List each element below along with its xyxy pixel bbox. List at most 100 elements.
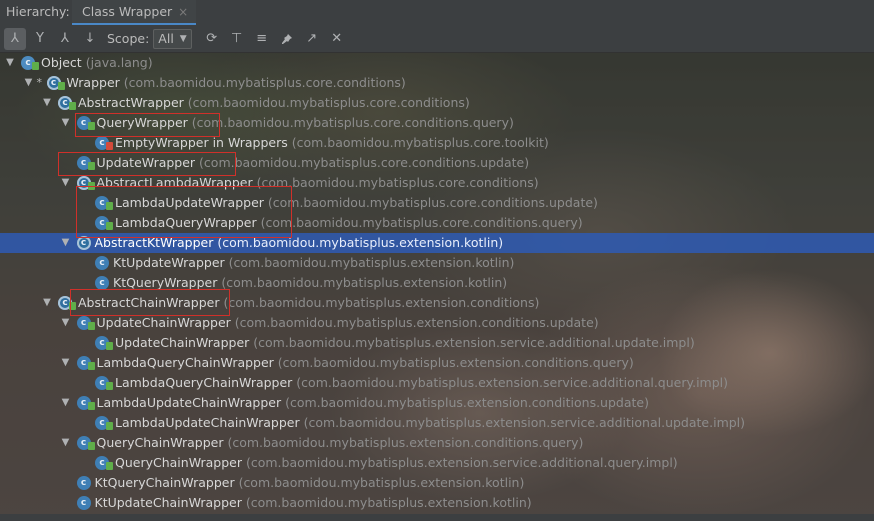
- tab-close-icon[interactable]: ×: [178, 5, 188, 19]
- class-title: AbstractWrapper: [78, 95, 188, 110]
- tree-row[interactable]: ▼ c UpdateChainWrapper (com.baomidou.mybat…: [0, 313, 874, 333]
- class-icon: c: [76, 476, 91, 490]
- chevron-down-icon: ▼: [179, 33, 187, 44]
- scope-value: All: [158, 31, 174, 46]
- package-name: (com.baomidou.mybatisplus.extension.cond…: [285, 395, 649, 410]
- tree-row[interactable]: ▼ c AbstractChainWrapper (com.baomidou.myb…: [0, 293, 874, 313]
- tree-row[interactable]: c KtUpdateWrapper (com.baomidou.mybatispl…: [0, 253, 874, 273]
- class-icon: c: [76, 496, 91, 510]
- tree-row[interactable]: c QueryChainWrapper (com.baomidou.mybatis…: [0, 453, 874, 473]
- class-name: KtUpdateChainWrapper (com.baomidou.mybat…: [95, 493, 532, 513]
- class-name: AbstractLambdaWrapper (com.baomidou.myba…: [97, 173, 539, 193]
- public-lock-icon: [106, 222, 113, 230]
- class-title: LambdaUpdateChainWrapper: [96, 395, 286, 410]
- expand-arrow-icon[interactable]: ▼: [60, 233, 72, 253]
- public-lock-icon: [87, 402, 95, 410]
- base-on-this-class-icon[interactable]: ⊤: [226, 28, 248, 50]
- public-lock-icon: [87, 442, 95, 450]
- hierarchy-toolbar: ⅄ Y ⅄ ↓ Scope: All ▼ ⟳ ⊤ ≡ ↗ ✕: [0, 25, 874, 53]
- horizontal-scrollbar[interactable]: [0, 514, 874, 521]
- tab-class-wrapper[interactable]: Class Wrapper ×: [72, 0, 197, 26]
- public-lock-icon: [87, 362, 95, 370]
- class-title: UpdateChainWrapper: [96, 315, 235, 330]
- tree-row[interactable]: ▼ c AbstractLambdaWrapper (com.baomidou.my…: [0, 173, 874, 193]
- close-icon[interactable]: ✕: [326, 28, 348, 50]
- class-name: UpdateWrapper (com.baomidou.mybatisplus.…: [97, 153, 530, 173]
- class-name: Object (java.lang): [41, 53, 153, 73]
- class-name: LambdaUpdateWrapper (com.baomidou.mybati…: [115, 193, 598, 213]
- class-name: KtQueryChainWrapper (com.baomidou.mybati…: [95, 473, 525, 493]
- class-name: UpdateChainWrapper (com.baomidou.mybatis…: [97, 313, 599, 333]
- tree-row[interactable]: c UpdateChainWrapper (com.baomidou.mybati…: [0, 333, 874, 353]
- tree-row[interactable]: c KtQueryWrapper (com.baomidou.mybatisplu…: [0, 273, 874, 293]
- class-name: Wrapper (com.baomidou.mybatisplus.core.c…: [67, 73, 406, 93]
- public-lock-icon: [106, 202, 113, 210]
- class-title: KtQueryWrapper: [113, 275, 222, 290]
- tree-row[interactable]: ▼ c AbstractKtWrapper (com.baomidou.mybati…: [0, 233, 874, 253]
- class-title: QueryChainWrapper: [115, 455, 246, 470]
- class-name: KtQueryWrapper (com.baomidou.mybatisplus…: [113, 273, 507, 293]
- tree-row[interactable]: ▼ c Object (java.lang): [0, 53, 874, 73]
- export-icon[interactable]: ↗: [301, 28, 323, 50]
- expand-arrow-icon[interactable]: ▼: [60, 353, 72, 373]
- public-lock-icon: [87, 322, 95, 330]
- expand-arrow-icon[interactable]: ▼: [41, 293, 53, 313]
- tree-row[interactable]: c KtUpdateChainWrapper (com.baomidou.myba…: [0, 493, 874, 513]
- package-name: (java.lang): [85, 55, 153, 70]
- supertypes-hierarchy-icon[interactable]: Y: [29, 28, 51, 50]
- class-hierarchy-icon[interactable]: ⅄: [4, 27, 26, 50]
- abstract-class-icon: c: [76, 236, 91, 250]
- package-name: (com.baomidou.mybatisplus.extension.kotl…: [217, 235, 504, 250]
- tree-row[interactable]: c LambdaQueryChainWrapper (com.baomidou.m…: [0, 373, 874, 393]
- tree-row[interactable]: ▼ c AbstractWrapper (com.baomidou.mybatisp…: [0, 93, 874, 113]
- expand-arrow-icon[interactable]: ▼: [60, 173, 72, 193]
- expand-arrow-icon[interactable]: ▼: [60, 313, 72, 333]
- expand-arrow-icon[interactable]: ▼: [60, 433, 72, 453]
- class-name: LambdaQueryChainWrapper (com.baomidou.my…: [97, 353, 634, 373]
- expand-arrow-icon[interactable]: ▼: [60, 393, 72, 413]
- expand-arrow-icon[interactable]: ▼: [41, 93, 53, 113]
- package-name: (com.baomidou.mybatisplus.core.condition…: [199, 155, 530, 170]
- package-name: (com.baomidou.mybatisplus.extension.kotl…: [228, 255, 515, 270]
- refresh-icon[interactable]: ⟳: [201, 28, 223, 50]
- class-name: QueryChainWrapper (com.baomidou.mybatisp…: [97, 433, 584, 453]
- package-name: (com.baomidou.mybatisplus.core.condition…: [260, 215, 583, 230]
- tree-row[interactable]: ▼ c QueryWrapper (com.baomidou.mybatisplus…: [0, 113, 874, 133]
- expand-arrow-icon[interactable]: ▼: [4, 53, 16, 73]
- public-lock-icon: [69, 302, 76, 310]
- scope-select[interactable]: All ▼: [153, 28, 192, 49]
- package-name: (com.baomidou.mybatisplus.extension.cond…: [277, 355, 634, 370]
- class-name: AbstractChainWrapper (com.baomidou.mybat…: [78, 293, 539, 313]
- expand-all-icon[interactable]: ≡: [251, 28, 273, 50]
- tree-row[interactable]: c LambdaUpdateWrapper (com.baomidou.mybat…: [0, 193, 874, 213]
- tree-row[interactable]: ▼ * c Wrapper (com.baomidou.mybatisplus.cor…: [0, 73, 874, 93]
- tree-row[interactable]: c KtQueryChainWrapper (com.baomidou.mybat…: [0, 473, 874, 493]
- tree-row[interactable]: c EmptyWrapper in Wrappers (com.baomidou.…: [0, 133, 874, 153]
- package-name: (com.baomidou.mybatisplus.core.condition…: [256, 175, 539, 190]
- public-lock-icon: [69, 102, 76, 110]
- public-lock-icon: [106, 382, 113, 390]
- sort-alphabetically-icon[interactable]: ↓: [79, 28, 101, 50]
- class-name: LambdaUpdateChainWrapper (com.baomidou.m…: [115, 413, 745, 433]
- class-title: LambdaQueryChainWrapper: [115, 375, 297, 390]
- class-title: Object: [41, 55, 86, 70]
- tree-row[interactable]: ▼ c QueryChainWrapper (com.baomidou.mybati…: [0, 433, 874, 453]
- package-name: (com.baomidou.mybatisplus.extension.serv…: [296, 375, 729, 390]
- expand-arrow-icon[interactable]: ▼: [23, 73, 35, 93]
- tree-row[interactable]: ▼ c LambdaUpdateChainWrapper (com.baomidou…: [0, 393, 874, 413]
- subtypes-hierarchy-icon[interactable]: ⅄: [54, 28, 76, 50]
- class-name: UpdateChainWrapper (com.baomidou.mybatis…: [115, 333, 695, 353]
- package-name: (com.baomidou.mybatisplus.extension.cond…: [223, 295, 540, 310]
- private-lock-icon: [106, 142, 113, 150]
- tree-row[interactable]: ▼ c LambdaQueryChainWrapper (com.baomidou.…: [0, 353, 874, 373]
- public-lock-icon: [106, 342, 113, 350]
- public-lock-icon: [57, 82, 65, 90]
- tree-row[interactable]: c LambdaQueryWrapper (com.baomidou.mybati…: [0, 213, 874, 233]
- class-name: LambdaQueryWrapper (com.baomidou.mybatis…: [115, 213, 583, 233]
- class-name: QueryWrapper (com.baomidou.mybatisplus.c…: [97, 113, 514, 133]
- pin-icon[interactable]: [276, 28, 298, 50]
- tree-row[interactable]: c UpdateWrapper (com.baomidou.mybatisplus…: [0, 153, 874, 173]
- expand-arrow-icon[interactable]: ▼: [60, 113, 72, 133]
- class-name: EmptyWrapper in Wrappers (com.baomidou.m…: [115, 133, 549, 153]
- tree-row[interactable]: c LambdaUpdateChainWrapper (com.baomidou.…: [0, 413, 874, 433]
